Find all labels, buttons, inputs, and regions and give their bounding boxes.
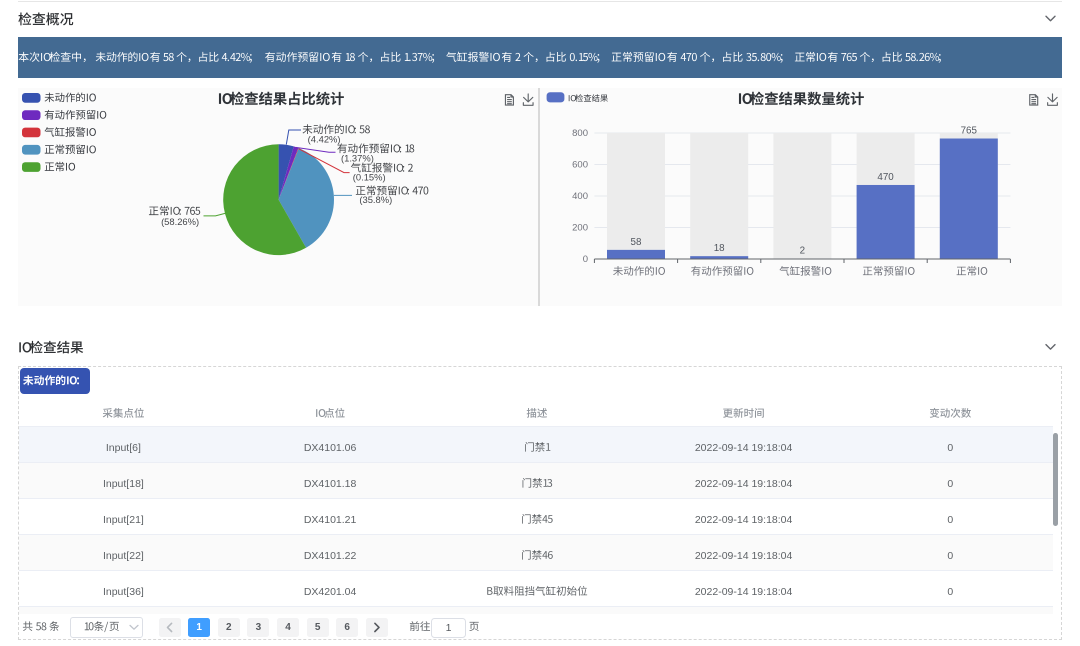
svg-text:2: 2 — [800, 246, 805, 257]
svg-text:400: 400 — [572, 191, 588, 202]
svg-text:200: 200 — [572, 222, 588, 233]
svg-text:18: 18 — [714, 243, 725, 254]
svg-text:600: 600 — [572, 159, 588, 170]
svg-text:800: 800 — [572, 128, 588, 139]
svg-text:(0.15%): (0.15%) — [353, 172, 386, 183]
svg-text:(35.8%): (35.8%) — [359, 194, 392, 205]
svg-text:(4.42%): (4.42%) — [308, 134, 341, 145]
svg-text:0: 0 — [583, 254, 588, 265]
svg-text:470: 470 — [877, 172, 894, 183]
svg-text:(58.26%): (58.26%) — [161, 216, 199, 227]
svg-text:765: 765 — [961, 126, 978, 137]
svg-text:(1.37%): (1.37%) — [341, 153, 374, 164]
svg-text:58: 58 — [631, 237, 642, 248]
